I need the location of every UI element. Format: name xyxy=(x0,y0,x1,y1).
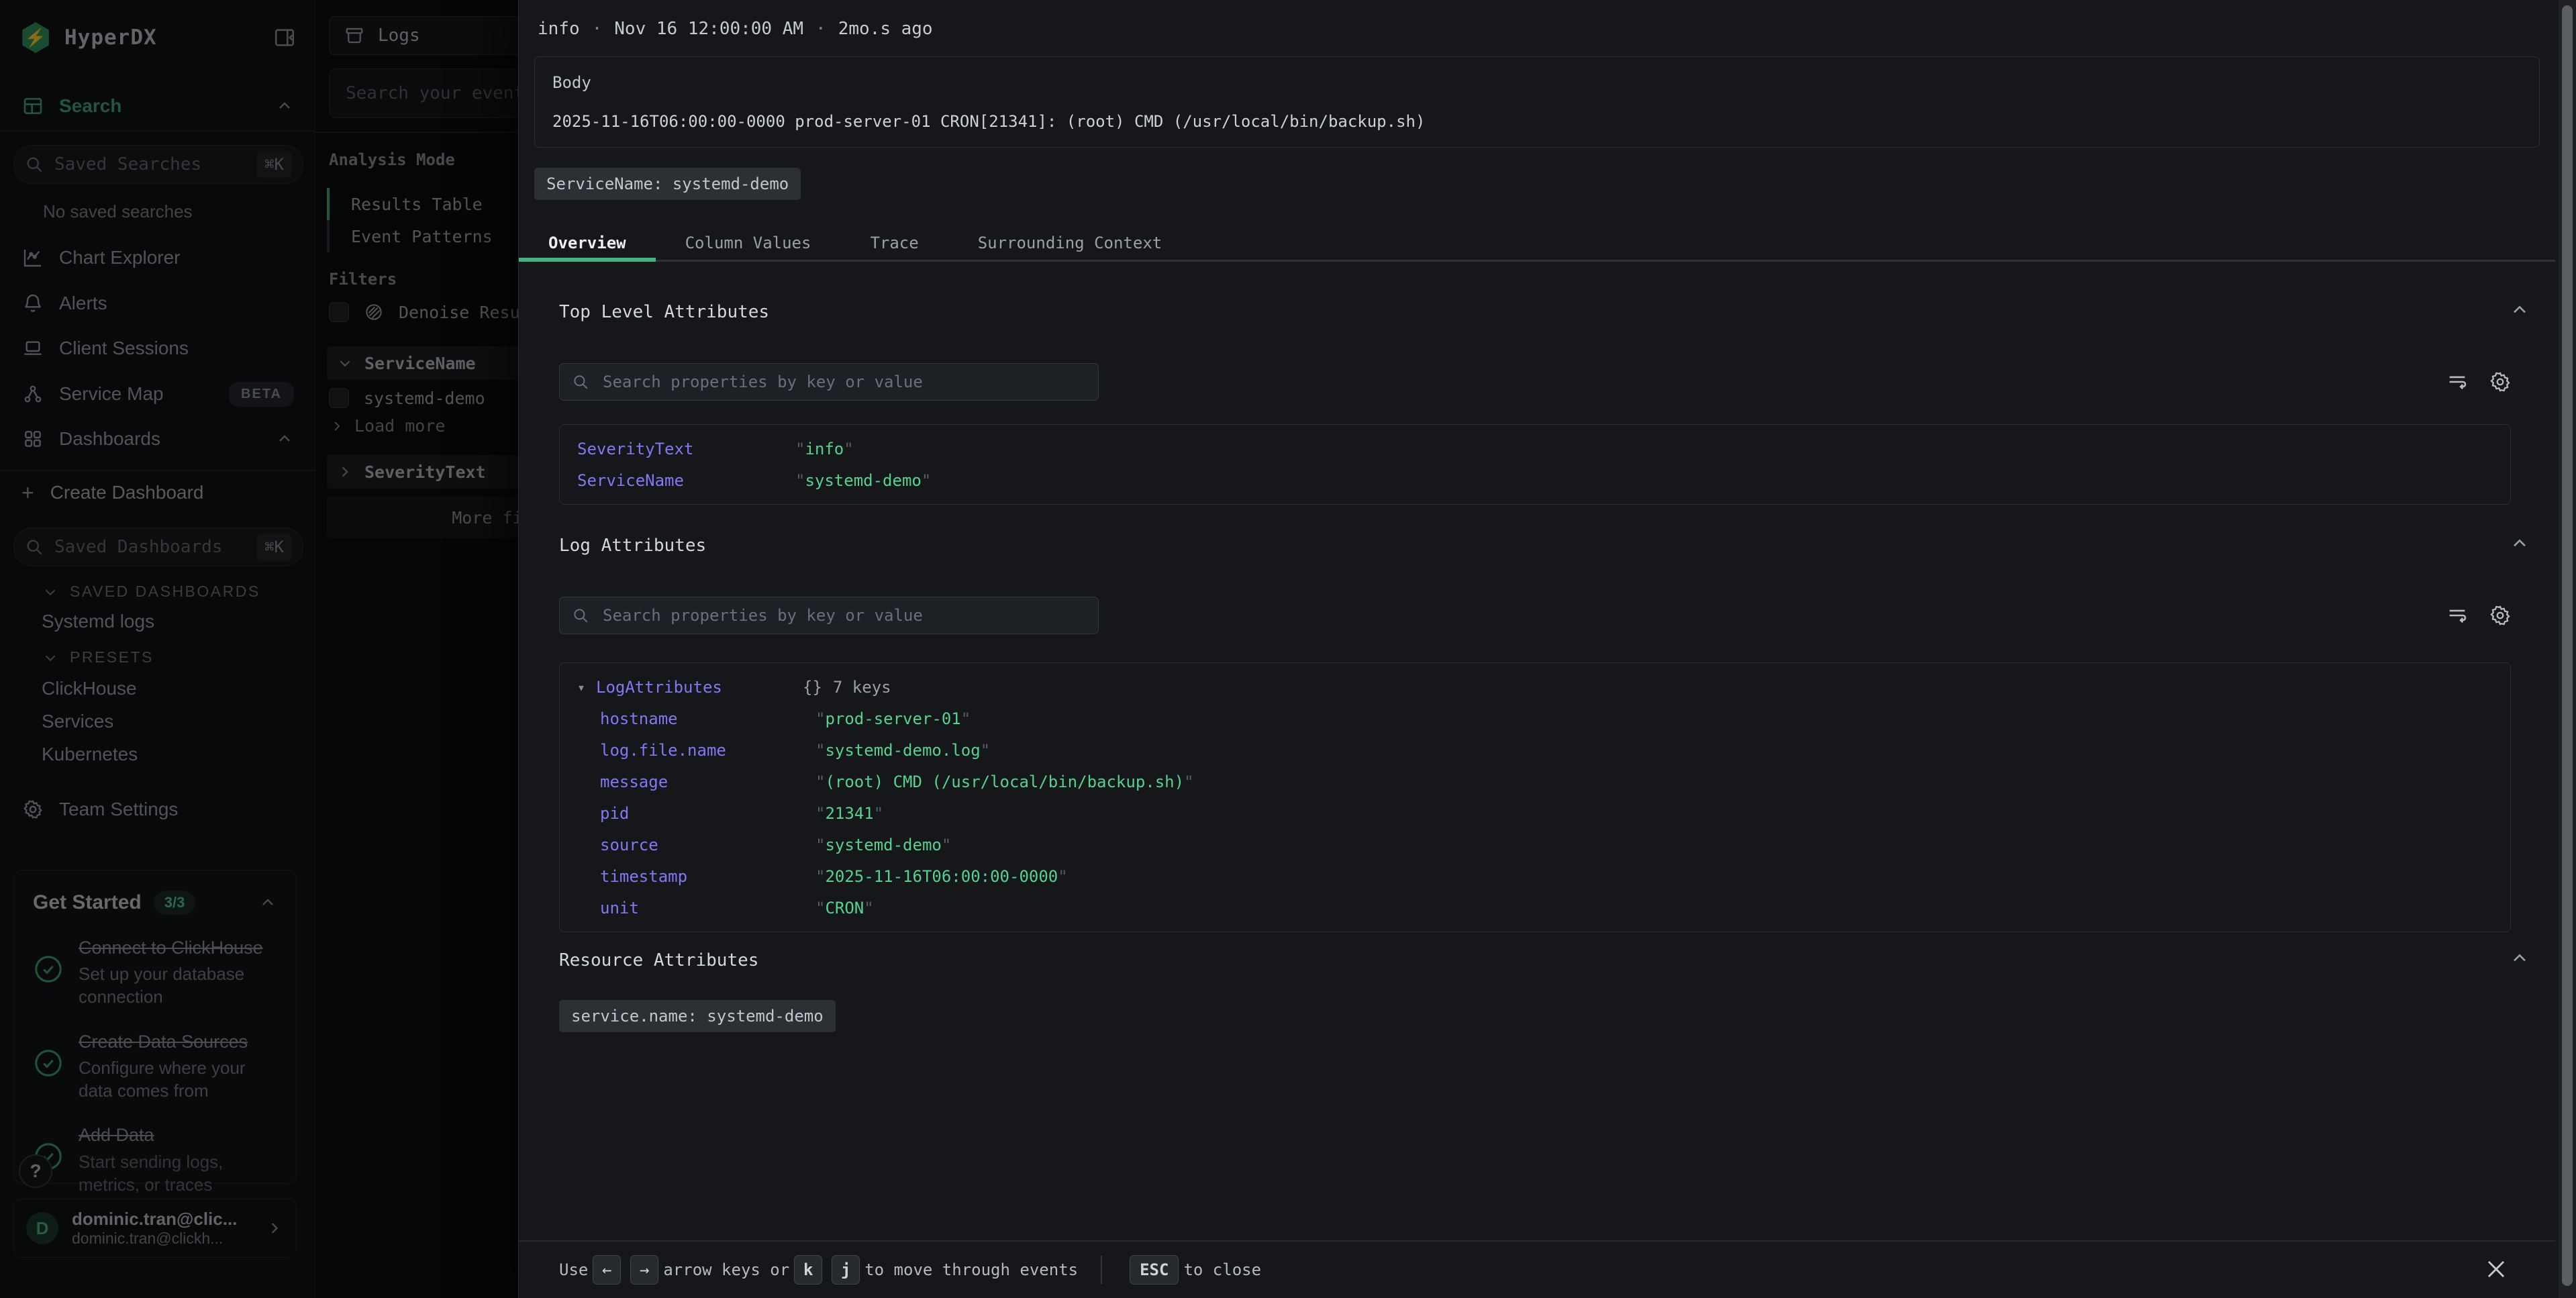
tab-column-values[interactable]: Column Values xyxy=(656,226,841,260)
search-icon xyxy=(572,373,589,391)
wrap-lines-icon[interactable] xyxy=(2446,370,2469,393)
footer-text: arrow keys or xyxy=(663,1260,789,1279)
tag-label: service.name: systemd-demo xyxy=(559,1000,836,1032)
attribute-key: message xyxy=(600,772,815,791)
footer-divider xyxy=(1101,1256,1102,1284)
log-body-text: 2025-11-16T06:00:00-0000 prod-server-01 … xyxy=(552,112,2522,131)
log-attributes-search-box[interactable] xyxy=(559,597,1099,634)
top-level-search-box[interactable] xyxy=(559,363,1099,401)
attribute-value: 21341 xyxy=(815,804,883,823)
collapse-section-icon[interactable] xyxy=(2509,533,2530,554)
scrollbar-track[interactable] xyxy=(2559,0,2576,1298)
log-attributes-toolbar xyxy=(2446,604,2512,627)
attribute-row[interactable]: timestamp 2025-11-16T06:00:00-0000 xyxy=(560,860,2510,892)
attribute-group-row[interactable]: ▾ LogAttributes {} 7 keys xyxy=(560,671,2510,703)
key-esc: ESC xyxy=(1130,1255,1179,1285)
attribute-value: systemd-demo xyxy=(815,836,951,854)
collapse-section-icon[interactable] xyxy=(2509,948,2530,969)
dot-separator: · xyxy=(815,19,826,39)
key-j: j xyxy=(832,1255,860,1285)
group-key-count: 7 keys xyxy=(833,678,891,697)
attribute-key: source xyxy=(600,836,815,854)
key-arrow-left: ← xyxy=(593,1255,621,1285)
attribute-key: timestamp xyxy=(600,867,815,886)
attribute-row[interactable]: unit CRON xyxy=(560,892,2510,923)
hyperdx-app: ⚡ HyperDX Search ⌘K No saved searches xyxy=(0,0,2576,1298)
top-level-toolbar xyxy=(2446,370,2512,393)
attribute-value: 2025-11-16T06:00:00-0000 xyxy=(815,867,1068,886)
event-header: info · Nov 16 12:00:00 AM · 2mo.s ago xyxy=(538,19,933,39)
tab-overview[interactable]: Overview xyxy=(519,226,656,260)
body-label: Body xyxy=(552,73,2522,92)
attribute-row[interactable]: SeverityText info xyxy=(560,433,2510,464)
attribute-key: SeverityText xyxy=(577,440,795,458)
group-key: LogAttributes xyxy=(596,678,803,697)
footer-text: to move through events xyxy=(864,1260,1078,1279)
attribute-row[interactable]: source systemd-demo xyxy=(560,829,2510,860)
event-timestamp: Nov 16 12:00:00 AM xyxy=(614,19,803,39)
footer-text: Use xyxy=(559,1260,588,1279)
attribute-value: info xyxy=(795,440,854,458)
resource-attribute-tag[interactable]: service.name: systemd-demo xyxy=(559,1000,836,1032)
attribute-value: CRON xyxy=(815,899,874,917)
log-attributes-table: ▾ LogAttributes {} 7 keys hostname prod-… xyxy=(559,662,2511,932)
log-attributes-search-input[interactable] xyxy=(601,605,1086,626)
gear-icon[interactable] xyxy=(2489,370,2512,393)
event-relative-time: 2mo.s ago xyxy=(838,19,933,39)
search-icon xyxy=(572,607,589,624)
top-level-attributes-table: SeverityText info ServiceName systemd-de… xyxy=(559,424,2511,505)
attribute-row[interactable]: message (root) CMD (/usr/local/bin/backu… xyxy=(560,766,2510,797)
resource-attributes-title: Resource Attributes xyxy=(559,950,758,970)
dot-separator: · xyxy=(592,19,603,39)
scrollbar-thumb[interactable] xyxy=(2562,5,2573,1286)
log-attributes-title: Log Attributes xyxy=(559,536,706,556)
braces-icon: {} xyxy=(803,678,822,697)
attribute-value: systemd-demo xyxy=(795,471,931,490)
attribute-row[interactable]: pid 21341 xyxy=(560,797,2510,829)
attribute-row[interactable]: log.file.name systemd-demo.log xyxy=(560,734,2510,766)
wrap-lines-icon[interactable] xyxy=(2446,604,2469,627)
attribute-value: systemd-demo.log xyxy=(815,741,990,760)
footer-text: to close xyxy=(1183,1260,1261,1279)
key-arrow-right: → xyxy=(630,1255,658,1285)
tab-trace[interactable]: Trace xyxy=(840,226,948,260)
event-details-drawer: info · Nov 16 12:00:00 AM · 2mo.s ago Bo… xyxy=(518,0,2576,1298)
collapse-section-icon[interactable] xyxy=(2509,299,2530,321)
close-icon[interactable] xyxy=(2481,1254,2512,1285)
detail-tabs: Overview Column Values Trace Surrounding… xyxy=(519,226,2555,262)
tag-label: ServiceName: systemd-demo xyxy=(534,168,801,200)
attribute-key: unit xyxy=(600,899,815,917)
attribute-value: prod-server-01 xyxy=(815,709,971,728)
severity-text: info xyxy=(538,19,580,39)
attribute-key: pid xyxy=(600,804,815,823)
attribute-value: (root) CMD (/usr/local/bin/backup.sh) xyxy=(815,772,1194,791)
attribute-key: log.file.name xyxy=(600,741,815,760)
caret-down-icon[interactable]: ▾ xyxy=(577,679,596,695)
attribute-row[interactable]: ServiceName systemd-demo xyxy=(560,464,2510,496)
drawer-footer: Use ← → arrow keys or k j to move throug… xyxy=(519,1240,2555,1298)
gear-icon[interactable] xyxy=(2489,604,2512,627)
top-level-search-input[interactable] xyxy=(601,372,1086,392)
attribute-row[interactable]: hostname prod-server-01 xyxy=(560,703,2510,734)
body-card: Body 2025-11-16T06:00:00-0000 prod-serve… xyxy=(534,56,2540,148)
attribute-key: ServiceName xyxy=(577,471,795,490)
top-level-attributes-title: Top Level Attributes xyxy=(559,302,769,322)
tab-surrounding-context[interactable]: Surrounding Context xyxy=(948,226,1192,260)
service-name-tag[interactable]: ServiceName: systemd-demo xyxy=(534,168,801,200)
key-k: k xyxy=(794,1255,822,1285)
attribute-key: hostname xyxy=(600,709,815,728)
